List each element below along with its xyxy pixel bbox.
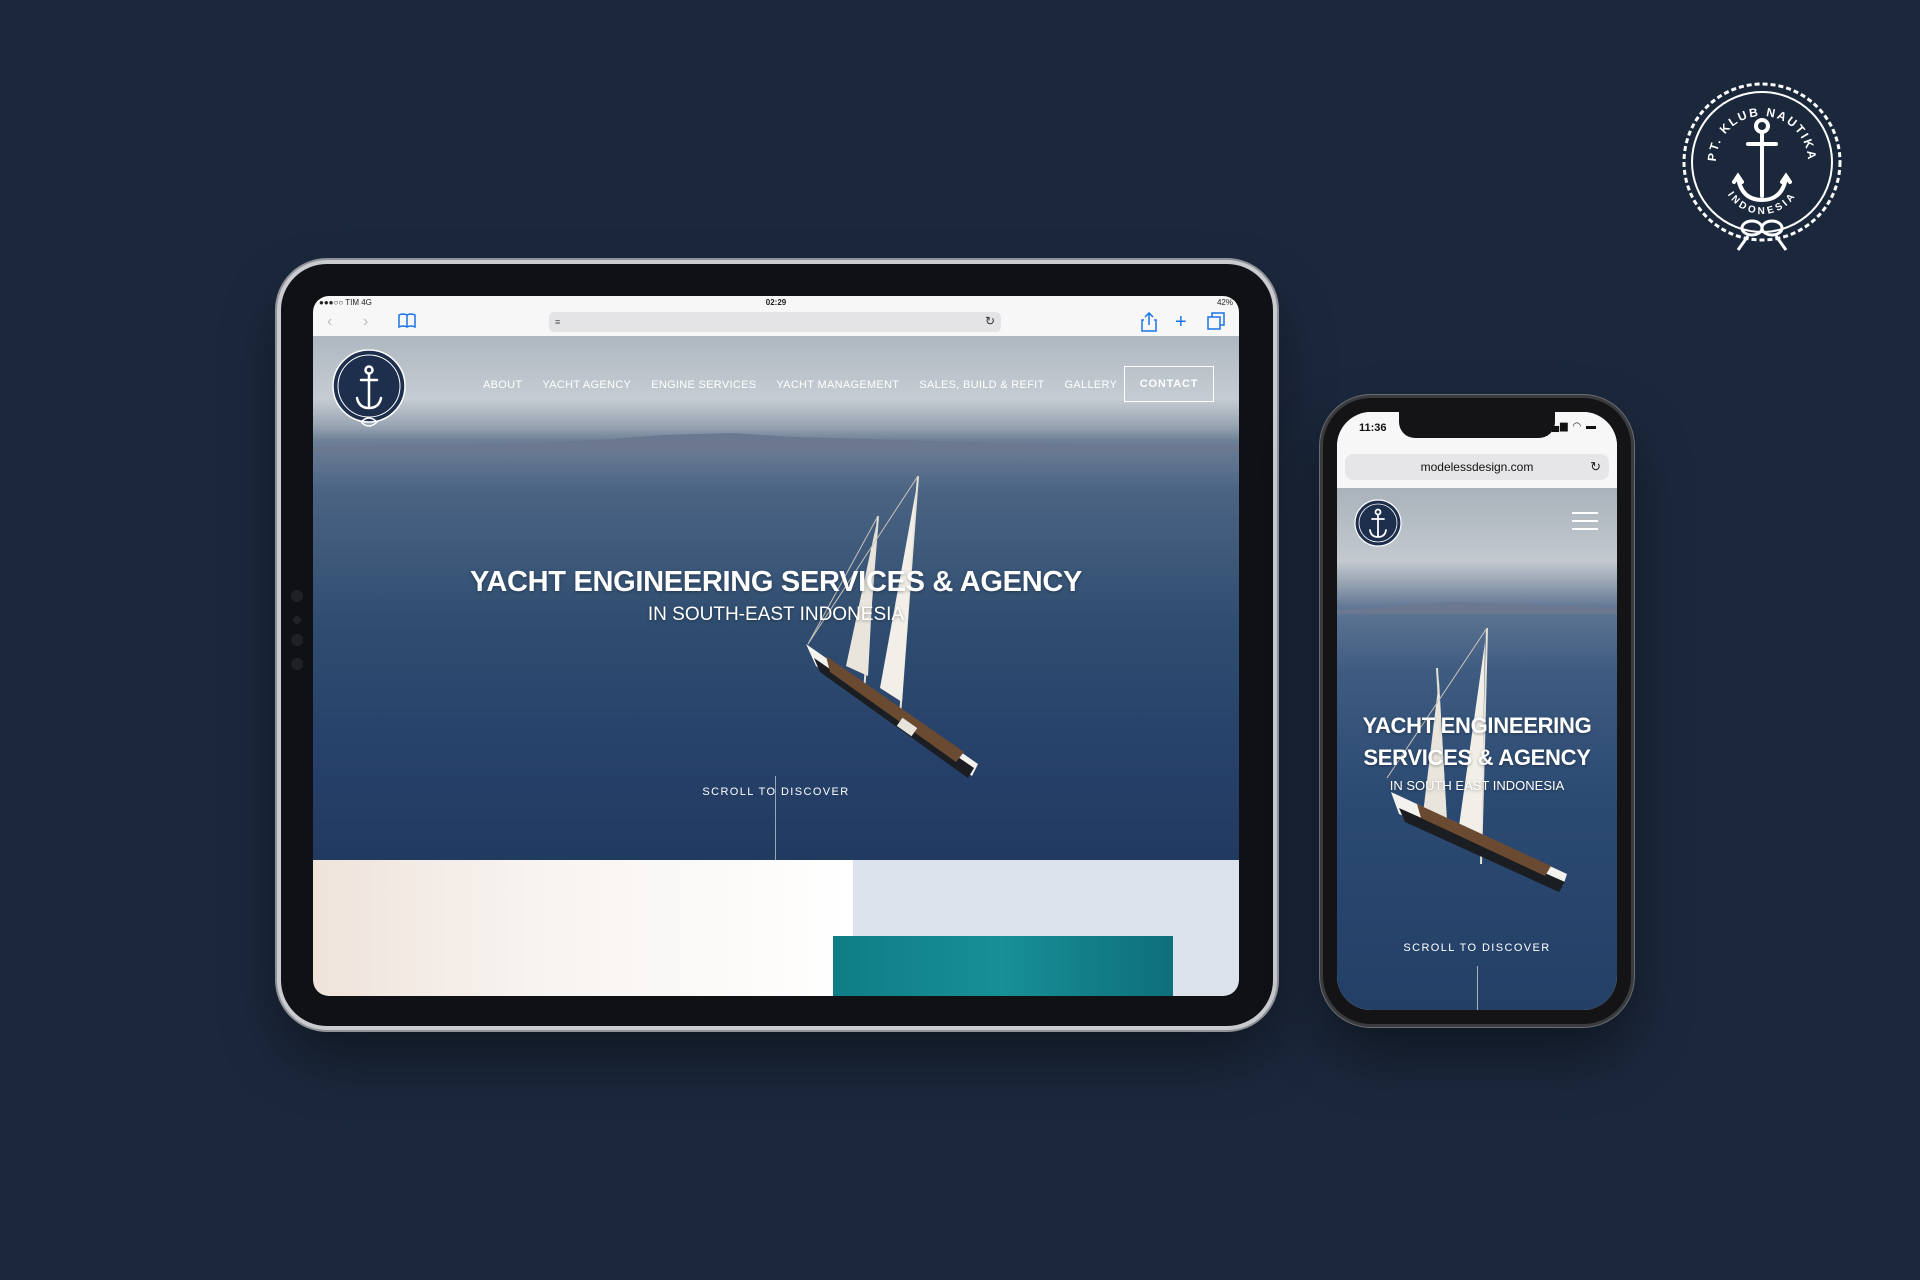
nav-item-gallery[interactable]: GALLERY — [1065, 379, 1118, 391]
tablet-sensor — [291, 634, 303, 646]
nav-item-yacht-management[interactable]: YACHT MANAGEMENT — [776, 379, 899, 391]
tablet-sensor — [291, 658, 303, 670]
teal-water-image — [833, 936, 1173, 996]
phone-screen: 11:36 ▂▄▆ ◠ ▬ modelessdesign.com ↻ YACHT… — [1337, 412, 1617, 1010]
hero-headline: YACHT ENGINEERING SERVICES & AGENCY — [469, 566, 1083, 598]
tablet-status-bar: ●●●○○ TIM 4G 02:29 42% — [313, 296, 1239, 308]
address-bar[interactable]: ≡ ↻ — [549, 312, 1001, 332]
bookmarks-icon[interactable] — [397, 312, 417, 336]
tabs-icon[interactable] — [1207, 312, 1225, 336]
rope-knot-icon — [1736, 219, 1788, 251]
share-icon[interactable] — [1141, 311, 1157, 338]
browser-toolbar: ‹ › ≡ ↻ + — [313, 308, 1239, 337]
sailboat-image — [806, 476, 978, 778]
scroll-indicator-line — [775, 776, 776, 916]
anchor-icon — [1732, 118, 1792, 203]
hamburger-menu-icon[interactable] — [1572, 512, 1598, 530]
scroll-to-discover[interactable]: SCROLL TO DISCOVER — [313, 786, 1239, 798]
contact-button[interactable]: CONTACT — [1124, 366, 1214, 402]
reload-icon[interactable]: ↻ — [1590, 459, 1601, 475]
tablet-sensor — [293, 616, 301, 624]
tablet-device: ●●●○○ TIM 4G 02:29 42% ‹ › ≡ ↻ + ABOUT Y… — [281, 264, 1273, 1026]
scroll-indicator-line — [1477, 966, 1478, 1010]
nav-item-yacht-agency[interactable]: YACHT AGENCY — [542, 379, 631, 391]
tablet-camera — [291, 590, 303, 602]
hero-section: ABOUT YACHT AGENCY ENGINE SERVICES YACHT… — [313, 336, 1239, 860]
mountain-silhouette — [313, 433, 1239, 451]
forward-icon[interactable]: › — [363, 312, 368, 332]
new-tab-icon[interactable]: + — [1175, 312, 1187, 332]
phone-notch — [1399, 412, 1555, 438]
mobile-hero-section: YACHT ENGINEERING SERVICES & AGENCY IN S… — [1337, 488, 1617, 1010]
status-time: 02:29 — [765, 297, 787, 307]
status-time: 11:36 — [1359, 422, 1387, 434]
reload-icon[interactable]: ↻ — [985, 314, 995, 328]
brand-logo-badge: PT. KLUB NAUTIKA INDONESIA — [1678, 78, 1846, 258]
hero-headline-line1: YACHT ENGINEERING — [1362, 713, 1592, 738]
url-field[interactable]: modelessdesign.com — [1345, 454, 1609, 480]
hero-subheadline: IN SOUTH EAST INDONESIA — [1389, 778, 1565, 793]
hero-headline: YACHT ENGINEERING SERVICES & AGENCY — [1337, 710, 1617, 774]
carrier-label: ●●●○○ TIM 4G — [319, 297, 372, 307]
tablet-screen: ●●●○○ TIM 4G 02:29 42% ‹ › ≡ ↻ + ABOUT Y… — [313, 296, 1239, 996]
nav-item-about[interactable]: ABOUT — [483, 379, 522, 391]
hero-headline-line2: SERVICES & AGENCY — [1363, 745, 1591, 770]
mountain-silhouette — [1337, 602, 1617, 614]
back-icon[interactable]: ‹ — [327, 312, 332, 332]
site-logo[interactable] — [331, 348, 407, 434]
site-logo[interactable] — [1353, 498, 1403, 552]
reader-icon[interactable]: ≡ — [555, 317, 560, 327]
nav-item-engine-services[interactable]: ENGINE SERVICES — [651, 379, 756, 391]
main-nav: ABOUT YACHT AGENCY ENGINE SERVICES YACHT… — [483, 379, 1137, 391]
hero-subheadline: IN SOUTH-EAST INDONESIA — [647, 604, 905, 625]
phone-device: 11:36 ▂▄▆ ◠ ▬ modelessdesign.com ↻ YACHT… — [1323, 398, 1631, 1024]
scroll-to-discover[interactable]: SCROLL TO DISCOVER — [1337, 942, 1617, 954]
intro-section-left — [313, 860, 853, 996]
battery-label: 42% — [1216, 297, 1233, 307]
nav-item-sales-build-refit[interactable]: SALES, BUILD & REFIT — [919, 379, 1044, 391]
browser-address-bar: modelessdesign.com ↻ — [1337, 446, 1617, 489]
